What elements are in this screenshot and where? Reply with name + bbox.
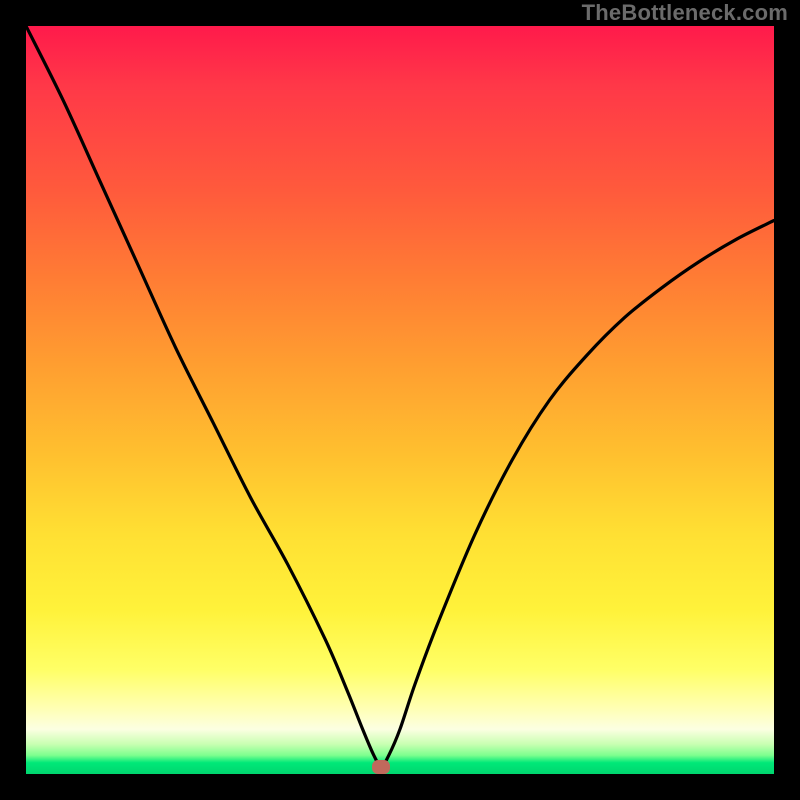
chart-frame: TheBottleneck.com [0,0,800,800]
watermark-text: TheBottleneck.com [582,0,788,26]
plot-area [26,26,774,774]
bottleneck-curve [26,26,774,774]
optimum-marker [372,760,390,774]
